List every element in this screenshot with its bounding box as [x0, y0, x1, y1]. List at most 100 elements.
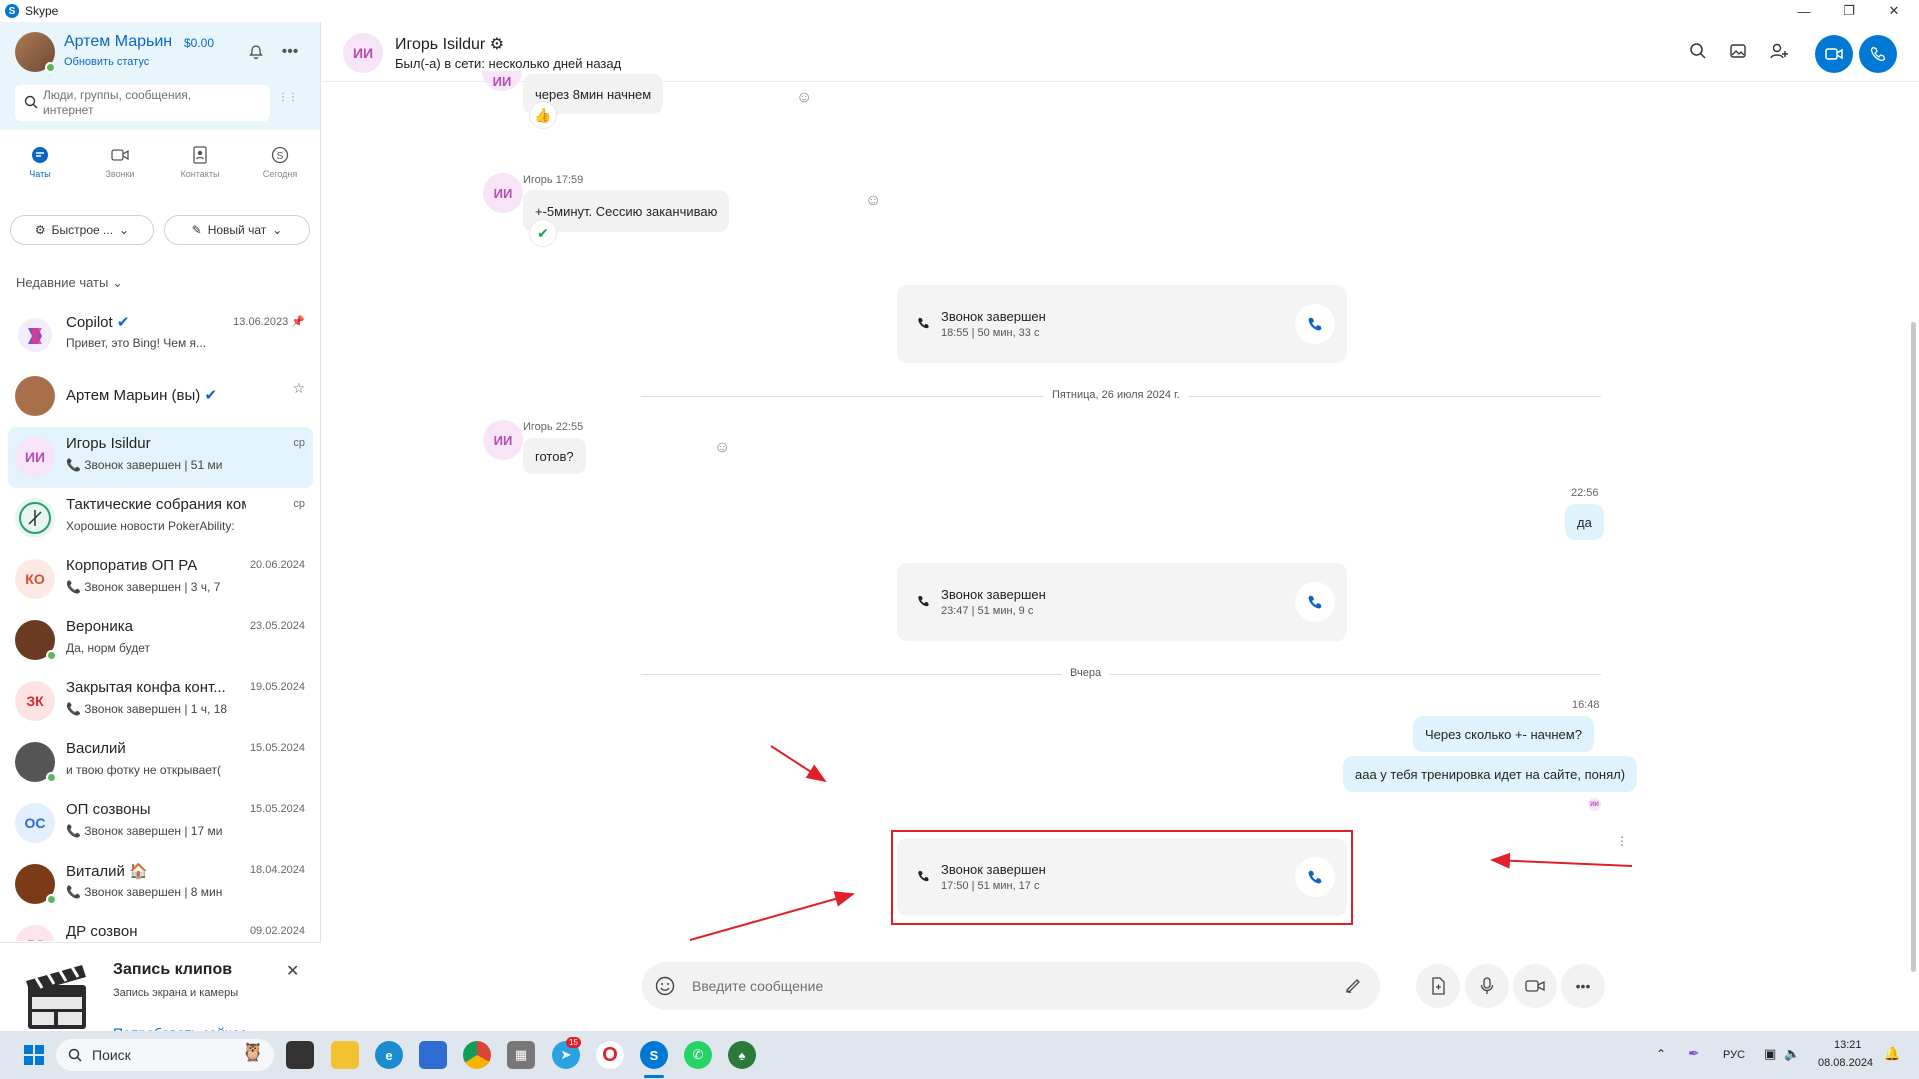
avatar: ЗК	[15, 681, 55, 721]
chevron-down-icon: ⌄	[119, 223, 130, 237]
message-composer[interactable]: Введите сообщение	[642, 962, 1380, 1010]
update-status-link[interactable]: Обновить статус	[64, 56, 149, 68]
chat-name: Игорь Isildur	[66, 435, 151, 452]
edge-icon[interactable]: e	[375, 1041, 403, 1069]
chat-preview: 📞 Звонок завершен | 1 ч, 18	[66, 702, 228, 716]
file-explorer-icon[interactable]	[331, 1041, 359, 1069]
bell-icon[interactable]	[244, 40, 268, 64]
quick-filter-button[interactable]: ⚙ Быстрое ... ⌄	[10, 215, 154, 245]
chat-item[interactable]: Артем Марьин (вы) ✔ ☆	[8, 366, 313, 427]
more-options-icon[interactable]: •••	[278, 40, 302, 64]
pin-icon: 📌	[291, 316, 305, 328]
chat-item[interactable]: ДС ДР созвон 09.02.2024	[8, 915, 313, 941]
online-status-icon	[45, 62, 56, 73]
chat-item[interactable]: Виталий 🏠 📞 Звонок завершен | 8 мин 18.0…	[8, 854, 313, 915]
verified-icon: ✔	[116, 314, 130, 331]
chat-date: 09.02.2024	[249, 925, 305, 937]
search-input[interactable]: Люди, группы, сообщения, интернет	[15, 85, 270, 121]
tab-today[interactable]: S Сегодня	[240, 139, 320, 209]
tab-calls[interactable]: Звонки	[80, 139, 160, 209]
start-icon[interactable]	[20, 1041, 48, 1069]
whatsapp-icon[interactable]: ✆	[684, 1041, 712, 1069]
quick-filter-label: Быстрое ...	[51, 223, 114, 237]
tab-chats[interactable]: Чаты	[0, 139, 80, 209]
tab-today-label: Сегодня	[262, 169, 298, 179]
chat-item[interactable]: Вероника Да, норм будет 23.05.2024	[8, 610, 313, 671]
profile-name[interactable]: Артем Марьин	[64, 33, 172, 51]
search-placeholder-line2: интернет	[43, 103, 94, 117]
chat-item[interactable]: Василий и твою фотку не открывает( 15.05…	[8, 732, 313, 793]
chat-date: ср	[293, 437, 305, 449]
clock-time[interactable]: 13:21	[1834, 1039, 1862, 1051]
chat-item[interactable]: ЗК Закрытая конфа конт... 📞 Звонок завер…	[8, 671, 313, 732]
microphone-button[interactable]	[1465, 964, 1509, 1008]
promo-title: Запись клипов	[113, 961, 233, 978]
search-icon	[68, 1048, 82, 1062]
chat-name: Василий	[66, 740, 126, 757]
tab-contacts[interactable]: Контакты	[160, 139, 240, 209]
minimize-button[interactable]: —	[1781, 0, 1827, 22]
star-icon[interactable]: ☆	[292, 380, 305, 397]
telegram-badge: 15	[566, 1037, 581, 1048]
taskbar-search[interactable]: Поиск 🦉	[56, 1039, 274, 1071]
recent-chats-label[interactable]: Недавние чаты ⌄	[16, 275, 123, 291]
chat-name: Виталий 🏠	[66, 863, 148, 880]
search-icon	[24, 95, 38, 109]
dialpad-icon[interactable]: ⋮⋮	[277, 92, 299, 114]
network-icon[interactable]: ▣	[1764, 1046, 1776, 1062]
ink-pen-icon[interactable]	[1344, 976, 1362, 999]
pen-icon[interactable]: ✒	[1688, 1045, 1700, 1062]
new-chat-button[interactable]: ✎ Новый чат ⌄	[164, 215, 310, 245]
profile-panel: Артем Марьин $0.00 Обновить статус ••• Л…	[0, 22, 320, 130]
compose-icon: ✎	[191, 223, 202, 237]
volume-icon[interactable]: 🔈	[1784, 1046, 1800, 1062]
opera-icon[interactable]: O	[596, 1041, 624, 1069]
chat-preview: 📞 Звонок завершен | 51 ми	[66, 458, 223, 472]
chat-icon	[0, 145, 80, 165]
chat-item-active[interactable]: ИИ Игорь Isildur 📞 Звонок завершен | 51 …	[8, 427, 313, 488]
chat-date: 15.05.2024	[249, 742, 305, 754]
message-input[interactable]: Введите сообщение	[692, 978, 823, 994]
emoji-icon[interactable]	[655, 976, 675, 1001]
online-status-icon	[46, 650, 57, 661]
conversation-pane: ИИ Игорь Isildur ⚙ Был(-а) в сети: неско…	[322, 22, 1919, 1031]
avatar	[15, 498, 55, 538]
more-options-icon[interactable]: •••	[1561, 964, 1605, 1008]
profile-balance[interactable]: $0.00	[184, 36, 214, 50]
copilot-avatar	[15, 315, 55, 355]
owl-icon: 🦉	[241, 1042, 264, 1062]
video-message-button[interactable]	[1513, 964, 1557, 1008]
skype-taskbar-icon[interactable]: S	[640, 1041, 668, 1069]
chat-list: Copilot ✔ Привет, это Bing! Чем я... 13.…	[8, 305, 313, 941]
tray-chevron-icon[interactable]: ⌃	[1656, 1047, 1666, 1061]
notifications-icon[interactable]: 🔔	[1884, 1046, 1900, 1062]
chat-name: Тактические собрания ком...	[66, 496, 246, 513]
taskbar-search-placeholder: Поиск	[92, 1047, 131, 1063]
promo-subtitle: Запись экрана и камеры	[113, 987, 239, 999]
chat-item[interactable]: КО Корпоратив ОП РА 📞 Звонок завершен | …	[8, 549, 313, 610]
tab-calls-label: Звонки	[105, 169, 135, 179]
clock-date[interactable]: 08.08.2024	[1818, 1057, 1873, 1069]
calculator-icon[interactable]: ▦	[507, 1041, 535, 1069]
chrome-icon[interactable]	[463, 1041, 491, 1069]
pokerstars-icon[interactable]: ♠	[728, 1041, 756, 1069]
chat-item[interactable]: Copilot ✔ Привет, это Bing! Чем я... 13.…	[8, 305, 313, 366]
store-icon[interactable]	[419, 1041, 447, 1069]
attach-file-button[interactable]	[1416, 964, 1460, 1008]
chat-preview: 📞 Звонок завершен | 3 ч, 7	[66, 580, 221, 594]
language-indicator[interactable]: РУС	[1723, 1049, 1745, 1061]
chat-date: 18.04.2024	[249, 864, 305, 876]
close-button[interactable]: ✕	[1871, 0, 1917, 22]
chat-item[interactable]: ОС ОП созвоны 📞 Звонок завершен | 17 ми …	[8, 793, 313, 854]
chat-item[interactable]: Тактические собрания ком... Хорошие ново…	[8, 488, 313, 549]
scrollbar[interactable]	[1911, 322, 1916, 972]
tab-contacts-label: Контакты	[180, 169, 220, 179]
task-view-icon[interactable]	[286, 1041, 314, 1069]
chat-name: Закрытая конфа конт...	[66, 679, 226, 696]
chat-date: 23.05.2024	[249, 620, 305, 632]
chat-preview: 📞 Звонок завершен | 8 мин	[66, 885, 223, 899]
avatar: ИИ	[15, 437, 55, 477]
avatar: КО	[15, 559, 55, 599]
close-icon[interactable]: ✕	[286, 961, 299, 981]
maximize-button[interactable]: ❐	[1826, 0, 1872, 22]
